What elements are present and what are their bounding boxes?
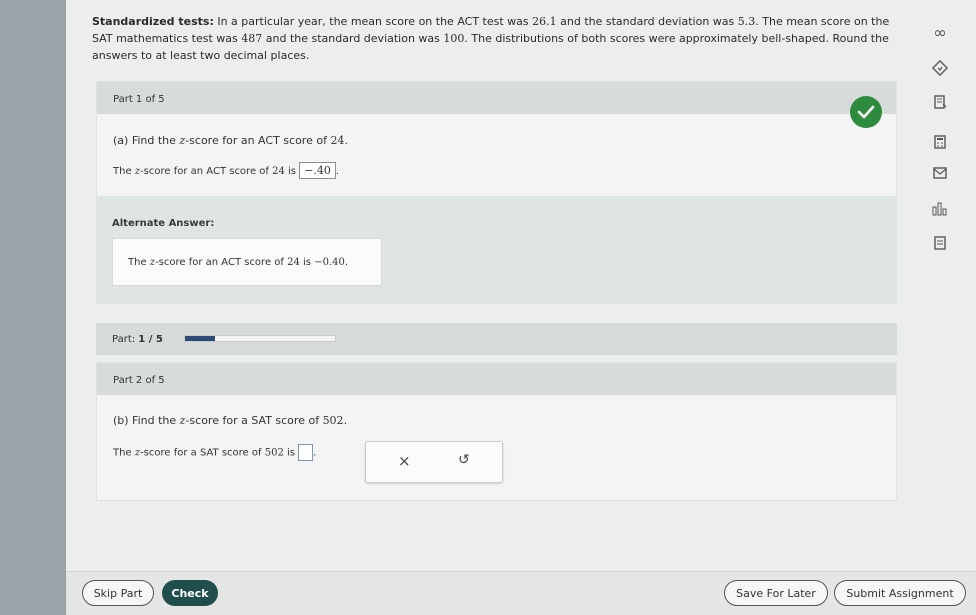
act-sd: 5.3 [737,15,756,28]
progress-label: Part: [112,334,139,345]
sat-score-value: 502 [264,447,284,459]
hint-icon[interactable] [922,56,958,80]
message-icon[interactable] [922,161,958,185]
undo-button[interactable]: ↺ [458,452,470,468]
problem-title: Standardized tests: [92,15,214,28]
alternate-answer-section: Alternate Answer: The z-score for an ACT… [96,196,897,304]
calculator-icon[interactable] [922,130,958,154]
alt-text: The [128,257,150,268]
save-for-later-button[interactable]: Save For Later [724,580,828,606]
question-text: -score for an ACT score of [185,134,331,147]
part-2-body: (b) Find the z-score for a SAT score of … [97,395,896,483]
question-text: (b) Find the [113,414,180,427]
alt-text: -score for an ACT score of [155,257,288,268]
answer-text: . [313,447,317,459]
alt-text: . [344,257,349,268]
alternate-answer-card: The z-score for an ACT score of 24 is −0… [112,238,382,286]
part-1-body: (a) Find the z-score for an ACT score of… [97,134,896,179]
textbook-icon[interactable] [922,90,958,114]
correct-check-icon [850,96,882,128]
clear-button[interactable]: × [398,452,411,470]
progress-value: 1 / 5 [138,334,163,345]
act-mean: 26.1 [532,15,557,28]
problem-text: and the standard deviation was [262,32,444,46]
alt-text: is [299,257,315,268]
part-1-header: Part 1 of 5 [97,82,896,114]
answer-input[interactable] [298,444,314,461]
answer-text: -score for an ACT score of [140,166,273,177]
problem-text: and the standard deviation was [556,15,738,28]
answer-text: is [284,166,300,177]
part-2-question: (b) Find the z-score for a SAT score of … [113,395,880,427]
sat-sd: 100 [443,32,465,46]
problem-text: In a particular year, the mean score on … [213,15,533,28]
progress-bar-fill [185,336,215,341]
question-text: (a) Find the [113,134,180,147]
answer-text: -score for a SAT score of [140,447,265,459]
alternate-answer-title: Alternate Answer: [112,218,215,229]
check-button[interactable]: Check [162,580,218,606]
bottom-action-bar: Skip Part Check Save For Later Submit As… [66,571,976,615]
part-1-answer: The z-score for an ACT score of 24 is −.… [113,162,880,179]
skip-part-button[interactable]: Skip Part [82,580,154,606]
act-score-value: 24 [287,257,300,268]
progress-bar [184,335,336,342]
question-text: . [344,134,348,147]
sat-mean: 487 [241,32,263,46]
part-progress: Part: 1 / 5 [96,323,897,355]
infinity-icon[interactable]: ∞ [922,20,958,44]
answer-text: . [335,166,340,177]
answer-text: The [113,447,135,459]
question-text: -score for a SAT score of [185,414,323,427]
answer-tools: × ↺ [365,441,503,483]
sat-score-value: 502 [322,414,344,427]
submit-assignment-button[interactable]: Submit Assignment [834,580,966,606]
problem-statement: Standardized tests: In a particular year… [92,13,912,64]
data-chart-icon[interactable] [922,197,958,221]
act-score-value: 24 [272,166,285,177]
answer-field[interactable]: −.40 [299,162,336,179]
part-2-section: Part 2 of 5 (b) Find the z-score for a S… [96,362,897,501]
part-2-header: Part 2 of 5 [97,363,896,395]
act-score-value: 24 [330,134,345,147]
alternate-answer-value: −0.40 [314,257,345,268]
part-1-section: Part 1 of 5 (a) Find the z-score for an … [96,81,897,197]
worksheet-icon[interactable] [922,231,958,255]
answer-text: The [113,166,135,177]
answer-text: is [283,447,299,459]
question-text: . [343,414,348,427]
part-1-question: (a) Find the z-score for an ACT score of… [113,134,880,147]
